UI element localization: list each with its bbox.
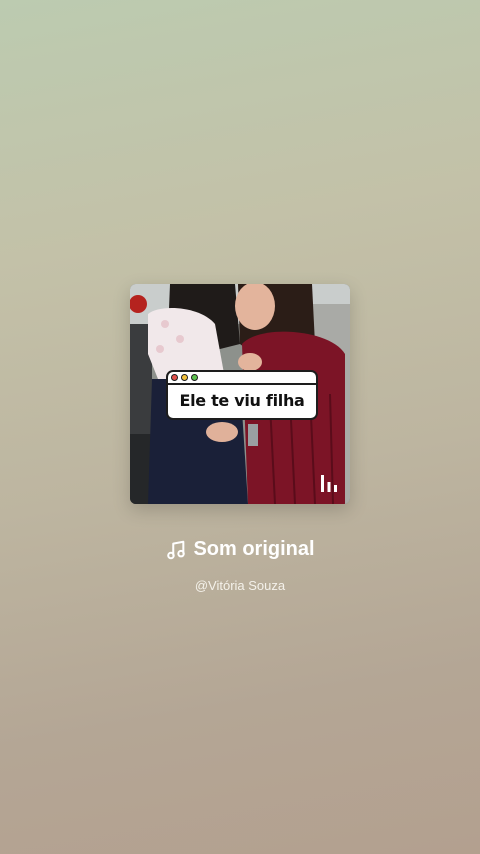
caption-window-bar (168, 372, 316, 385)
album-cover[interactable]: Ele te viu filha (130, 284, 350, 504)
sound-title: Som original (193, 538, 315, 560)
window-dot-yellow (181, 374, 188, 381)
window-dot-red (171, 374, 178, 381)
sound-title-row[interactable]: Som original (0, 538, 480, 561)
caption-window: Ele te viu filha (166, 370, 318, 420)
audio-bars-icon (321, 475, 337, 492)
music-note-icon (167, 540, 186, 559)
window-dot-green (191, 374, 198, 381)
sound-author[interactable]: @Vitória Souza (0, 578, 480, 593)
cover-caption: Ele te viu filha (179, 391, 305, 410)
